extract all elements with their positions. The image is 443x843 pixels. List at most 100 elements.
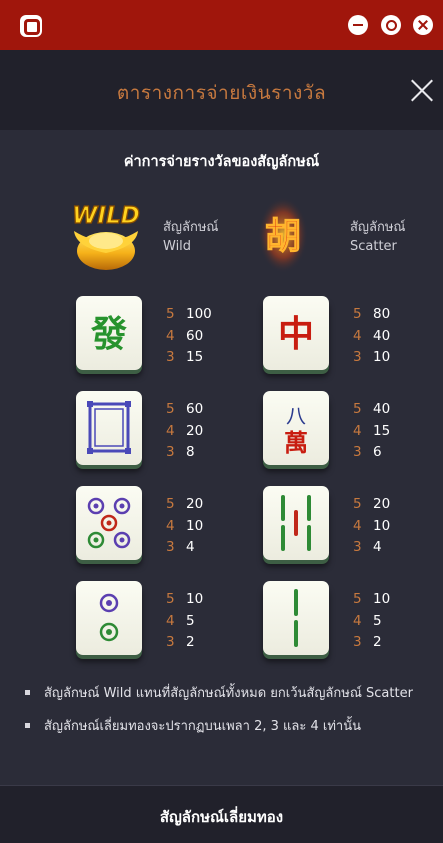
restore-icon[interactable] <box>381 15 401 35</box>
payout: 60 <box>186 327 204 344</box>
paytable-eight-wan: 5 40 4 15 36 <box>353 399 390 464</box>
wild-label-line2: Wild <box>163 239 192 254</box>
wan-bottom-glyph: 萬 <box>284 428 308 457</box>
payout: 5 <box>186 612 195 629</box>
svg-text:中: 中 <box>278 313 314 355</box>
two-dots-icon <box>99 593 119 642</box>
payout: 100 <box>186 306 212 322</box>
count: 3 <box>166 634 175 650</box>
count: 3 <box>353 349 362 365</box>
count: 4 <box>166 612 175 629</box>
count: 5 <box>166 306 175 322</box>
count: 5 <box>353 496 362 512</box>
rule-note: สัญลักษณ์ Wild แทนที่สัญลักษณ์ทั้งหมด ยก… <box>24 684 424 703</box>
scatter-label: สัญลักษณ์ Scatter <box>350 218 405 256</box>
payout: 2 <box>373 634 382 650</box>
payout: 10 <box>186 591 204 607</box>
footer-section: สัญลักษณ์เลี่ยมทอง <box>0 785 443 843</box>
window-titlebar <box>0 0 443 50</box>
count: 4 <box>166 422 175 439</box>
payout: 20 <box>186 422 204 439</box>
count: 5 <box>353 401 362 417</box>
five-bamboo-tile <box>263 486 329 560</box>
scatter-label-line2: Scatter <box>350 239 397 254</box>
paytable-header: ตารางการจ่ายเงินรางวัล <box>0 50 443 130</box>
count: 4 <box>353 422 362 439</box>
count: 4 <box>353 612 362 629</box>
section-title: ค่าการจ่ายรางวัลของสัญลักษณ์ <box>123 154 320 170</box>
eight-wan-tile: 八 萬 <box>263 391 329 465</box>
rule-note: สัญลักษณ์เลี่ยมทองจะปรากฏบนเพลา 2, 3 และ… <box>24 717 424 736</box>
wild-label: สัญลักษณ์ Wild <box>163 218 218 256</box>
payout: 6 <box>373 444 382 460</box>
eight-wan-icon: 八 萬 <box>284 404 308 457</box>
payout: 2 <box>186 634 195 650</box>
count: 3 <box>353 539 362 555</box>
payout: 20 <box>186 496 204 512</box>
paytable-green-fa: 5 100 4 60 3 15 <box>166 304 212 369</box>
count: 4 <box>353 327 362 344</box>
paytable-red-zhong: 5 80 4 40 3 10 <box>353 304 390 369</box>
wild-label-line1: สัญลักษณ์ <box>163 220 219 235</box>
count: 3 <box>166 539 175 555</box>
white-dragon-icon <box>87 401 131 454</box>
count: 5 <box>166 591 175 607</box>
count: 5 <box>353 591 362 607</box>
window-close-icon[interactable] <box>413 15 433 35</box>
count: 3 <box>166 349 175 365</box>
two-bamboo-icon <box>294 589 298 647</box>
count: 3 <box>353 444 362 460</box>
payout: 60 <box>186 401 204 417</box>
gold-ingot-wild-icon: WILD <box>72 202 140 270</box>
page-title: ตารางการจ่ายเงินรางวัล <box>116 82 327 104</box>
count: 4 <box>166 517 175 534</box>
svg-text:WILD: WILD <box>72 203 140 229</box>
paytable-five-dots: 5 20 4 10 34 <box>166 494 203 559</box>
count: 3 <box>166 444 175 460</box>
green-fa-tile: 發 <box>76 296 142 370</box>
svg-text:發: 發 <box>90 313 127 355</box>
count: 3 <box>353 634 362 650</box>
payout: 10 <box>186 517 204 534</box>
payout: 4 <box>373 539 382 555</box>
payout: 20 <box>373 496 391 512</box>
red-zhong-icon: 中 <box>278 313 314 355</box>
paytable-two-bamboo: 5 10 45 32 <box>353 589 390 654</box>
five-bamboo-icon <box>281 495 311 551</box>
payout: 5 <box>373 612 382 629</box>
payout: 10 <box>373 591 391 607</box>
count: 5 <box>166 496 175 512</box>
count: 4 <box>353 517 362 534</box>
footer-title: สัญลักษณ์เลี่ยมทอง <box>159 808 284 826</box>
payout: 80 <box>373 306 391 322</box>
red-zhong-tile: 中 <box>263 296 329 370</box>
five-dots-tile <box>76 486 142 560</box>
two-dots-tile <box>76 581 142 655</box>
svg-text:胡: 胡 <box>265 215 301 257</box>
two-bamboo-tile <box>263 581 329 655</box>
app-logo-icon <box>20 15 42 37</box>
payout: 15 <box>186 349 204 365</box>
payout: 40 <box>373 401 391 417</box>
green-fa-icon: 發 <box>90 313 127 355</box>
count: 5 <box>353 306 362 322</box>
paytable-white-dragon: 5 60 4 20 38 <box>166 399 203 464</box>
hu-scatter-icon: 胡 <box>258 197 308 273</box>
five-dots-icon <box>87 497 131 549</box>
paytable-five-bamboo: 5 20 4 10 34 <box>353 494 390 559</box>
payout: 10 <box>373 349 391 365</box>
count: 4 <box>166 327 175 344</box>
close-icon[interactable] <box>410 78 434 102</box>
payout: 4 <box>186 539 195 555</box>
scatter-label-line1: สัญลักษณ์ <box>350 220 406 235</box>
count: 5 <box>166 401 175 417</box>
wan-top-glyph: 八 <box>286 404 306 428</box>
payout: 15 <box>373 422 391 439</box>
payout: 8 <box>186 444 195 460</box>
minimize-icon[interactable] <box>348 15 368 35</box>
rules-notes: สัญลักษณ์ Wild แทนที่สัญลักษณ์ทั้งหมด ยก… <box>24 684 424 750</box>
paytable-two-dots: 5 10 45 32 <box>166 589 203 654</box>
white-dragon-tile <box>76 391 142 465</box>
payout: 40 <box>373 327 391 344</box>
payout: 10 <box>373 517 391 534</box>
